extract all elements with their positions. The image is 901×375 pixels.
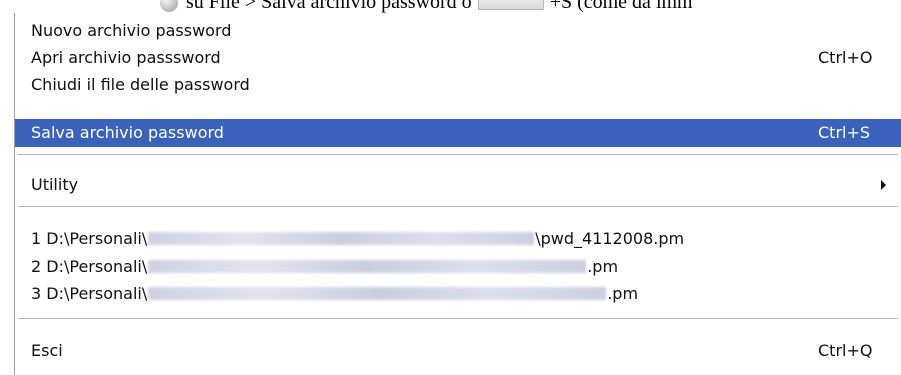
menu-item-new-archive[interactable]: Nuovo archivio password: [15, 17, 901, 45]
menu-item-label: Utility: [31, 175, 79, 194]
recent-file-suffix: \pwd_4112008.pm: [535, 229, 685, 248]
menu-item-label: Salva archivio password: [31, 123, 224, 142]
menu-item-utility[interactable]: Utility: [15, 171, 901, 199]
gray-circle-icon: [160, 0, 178, 12]
menu-item-exit[interactable]: Esci Ctrl+Q: [15, 337, 901, 365]
menu-separator: [18, 206, 898, 210]
keyboard-key-icon: [477, 0, 544, 10]
blurred-path: [148, 232, 535, 245]
blurred-path: [148, 287, 607, 300]
caption-text-after: +S (come da imm: [549, 0, 693, 13]
caption-text-before: su File > Salva archivio password o: [186, 0, 472, 13]
menu-item-label: Nuovo archivio password: [31, 21, 232, 40]
caption-text: su File > Salva archivio password o +S (…: [160, 0, 693, 14]
caption-strip: su File > Salva archivio password o +S (…: [0, 0, 901, 14]
menu-item-label: Apri archivio passsword: [31, 48, 221, 67]
menu-item-save-archive[interactable]: Salva archivio password Ctrl+S: [15, 119, 901, 147]
menu-separator: [18, 318, 898, 322]
chevron-right-icon: [881, 180, 886, 190]
menu-item-shortcut: Ctrl+S: [818, 123, 871, 142]
recent-file-suffix: .pm: [607, 284, 639, 303]
menu-item-open-archive[interactable]: Apri archivio passsword Ctrl+O: [15, 44, 901, 72]
recent-file-suffix: .pm: [587, 257, 619, 276]
recent-file-prefix: 3 D:\Personali\: [31, 284, 148, 303]
recent-file-prefix: 2 D:\Personali\: [31, 257, 148, 276]
recent-file-prefix: 1 D:\Personali\: [31, 229, 148, 248]
file-menu: Nuovo archivio password Apri archivio pa…: [14, 13, 901, 375]
blurred-path: [148, 260, 587, 273]
menu-item-label: Esci: [31, 341, 63, 360]
recent-file-1[interactable]: 1 D:\Personali\ \pwd_4112008.pm: [15, 225, 901, 253]
menu-item-label: Chiudi il file delle password: [31, 75, 250, 94]
menu-item-shortcut: Ctrl+O: [818, 48, 873, 67]
menu-item-shortcut: Ctrl+Q: [818, 341, 873, 360]
recent-file-3[interactable]: 3 D:\Personali\ .pm: [15, 280, 901, 308]
menu-item-close-file[interactable]: Chiudi il file delle password: [15, 71, 901, 99]
menu-separator: [18, 154, 898, 158]
recent-file-2[interactable]: 2 D:\Personali\ .pm: [15, 253, 901, 281]
